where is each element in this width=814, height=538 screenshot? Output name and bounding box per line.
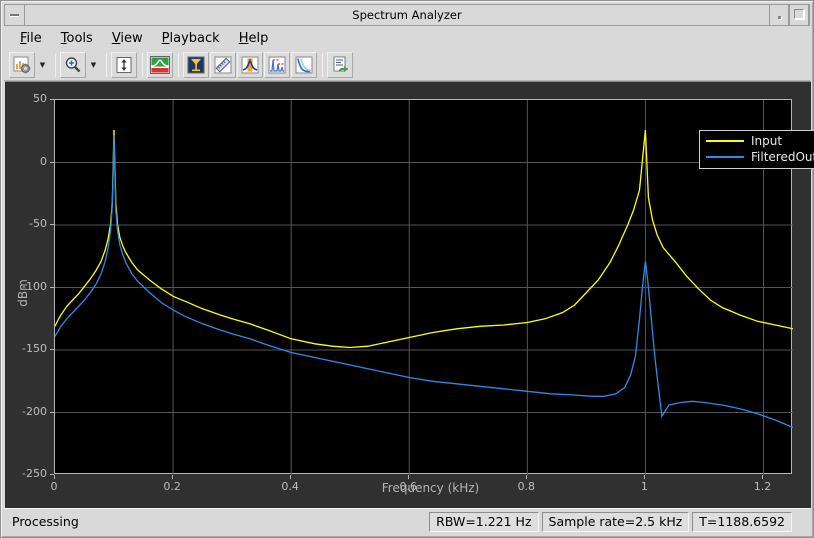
spectrum-settings-dropdown[interactable]: ▼ — [36, 52, 49, 78]
y-tick: -250 — [22, 467, 47, 480]
ccdf-measurements-icon — [295, 56, 313, 73]
y-tick: -200 — [22, 404, 47, 418]
titlebar: Spectrum Analyzer — [4, 4, 810, 26]
distortion-measurements-icon — [268, 56, 286, 73]
status-message: Processing — [12, 514, 79, 529]
statusbar: Processing RBW=1.221 Hz Sample rate=2.5 … — [4, 508, 810, 534]
signal-statistics-icon — [214, 56, 232, 73]
filteredoutput-line-sample — [706, 156, 744, 158]
axes-area[interactable]: Input FilteredOutput — [54, 99, 814, 475]
plot-container: dBm Input FilteredOutput 500-50-100-150-… — [5, 81, 814, 508]
toolbar-separator — [322, 52, 323, 77]
legend-entry-filteredoutput: FilteredOutput — [700, 149, 814, 165]
cursor-measurements-button[interactable] — [183, 51, 209, 78]
menu-tools[interactable]: Tools — [54, 29, 100, 48]
legend-label-filteredoutput: FilteredOutput — [751, 150, 814, 164]
y-tick: 0 — [40, 154, 47, 168]
spectrum-settings-button[interactable] — [9, 51, 35, 78]
menu-file[interactable]: File — [13, 29, 49, 48]
y-tick: -150 — [22, 342, 47, 355]
legend[interactable]: Input FilteredOutput — [699, 130, 814, 169]
cursor-measurements-icon — [187, 56, 205, 73]
window-title: Spectrum Analyzer — [352, 8, 462, 22]
menu-playback[interactable]: Playback — [155, 29, 227, 48]
shade-icon — [778, 16, 781, 19]
sample-rate-panel: Sample rate=2.5 kHz — [541, 511, 690, 532]
legend-entry-input: Input — [700, 133, 814, 149]
playback-settings-button[interactable] — [327, 51, 353, 78]
menubar: File Tools View Playback Help — [4, 27, 810, 49]
toolbar-separator — [142, 52, 143, 77]
full-span-icon — [116, 56, 132, 73]
playback-settings-icon — [333, 56, 349, 72]
toolbar-separator — [106, 52, 107, 77]
peak-finder-icon — [241, 56, 259, 73]
zoom-dropdown[interactable]: ▼ — [87, 52, 100, 78]
maximize-icon — [794, 9, 804, 19]
zoom-in-button[interactable] — [60, 51, 86, 78]
maximize-button[interactable] — [789, 5, 809, 25]
shade-button[interactable] — [769, 5, 789, 25]
ccdf-measurements-button[interactable] — [291, 51, 317, 78]
spectrum-plot — [55, 100, 793, 475]
y-tick: -100 — [22, 279, 47, 293]
spectrum-spectrogram-icon — [150, 55, 170, 74]
legend-label-input: Input — [751, 134, 783, 148]
full-span-button[interactable] — [111, 51, 137, 78]
zoom-in-icon — [65, 56, 81, 72]
toolbar-separator — [178, 52, 179, 77]
signal-statistics-button[interactable] — [210, 51, 236, 78]
input-line-sample — [706, 140, 744, 142]
spectrum-spectrogram-toggle-button[interactable] — [147, 51, 173, 78]
spectrum-analyzer-window: Spectrum Analyzer File Tools View Playba… — [0, 0, 814, 538]
peak-finder-button[interactable] — [237, 51, 263, 78]
time-panel: T=1188.6592 — [692, 511, 792, 532]
toolbar-separator — [55, 52, 56, 77]
rbw-panel: RBW=1.221 Hz — [429, 511, 539, 532]
y-tick: 50 — [33, 92, 47, 105]
menu-view[interactable]: View — [105, 29, 150, 48]
toolbar: ▼ ▼ — [4, 49, 810, 81]
x-axis-label: Frequency (kHz) — [381, 481, 480, 495]
spectrum-settings-icon — [13, 56, 31, 73]
distortion-measurements-button[interactable] — [264, 51, 290, 78]
menu-help[interactable]: Help — [232, 29, 276, 48]
y-tick: -50 — [29, 217, 47, 230]
